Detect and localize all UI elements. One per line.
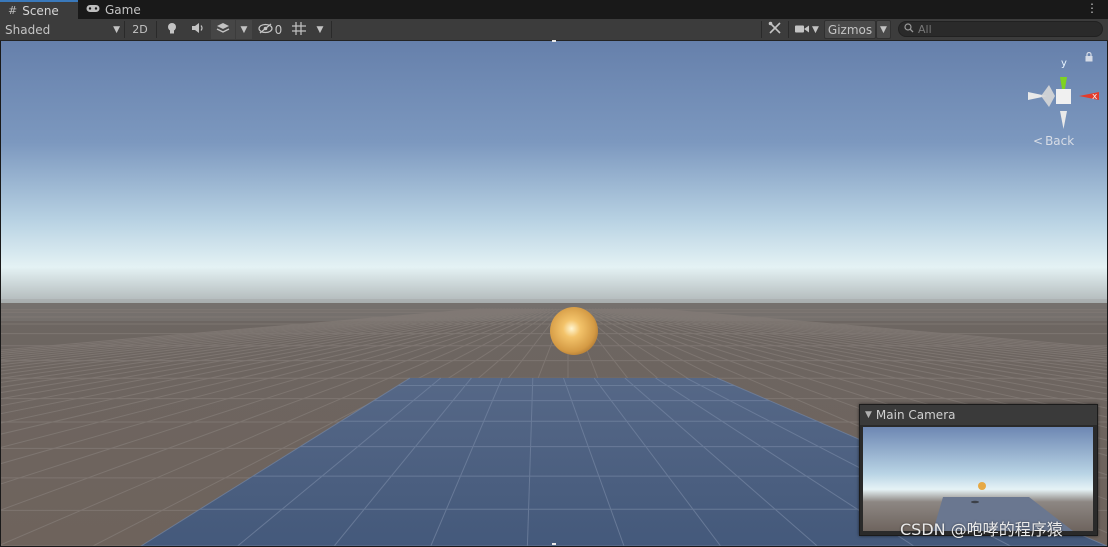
sphere-object[interactable] (550, 307, 598, 355)
divider (156, 21, 157, 38)
back-arrow-icon: < (1033, 134, 1044, 148)
tools-icon (768, 21, 782, 38)
chevron-down-icon: ▼ (113, 24, 120, 35)
scene-visibility-button[interactable]: 0 (254, 20, 286, 39)
tab-bar: # Scene Game ⋮ (0, 0, 1108, 19)
grid-snap-icon (292, 21, 306, 38)
divider (331, 21, 332, 38)
grid-toggle-button[interactable] (288, 20, 310, 39)
camera-settings-dropdown[interactable]: ▼ (791, 20, 823, 39)
divider (788, 21, 789, 38)
gizmo-y-label: y (1061, 58, 1067, 69)
gizmo-z-axis[interactable] (1041, 85, 1055, 107)
preview-sphere (978, 482, 986, 490)
gamepad-icon (86, 3, 100, 16)
more-options-icon[interactable]: ⋮ (1086, 1, 1098, 15)
chevron-down-icon: ▼ (812, 24, 819, 35)
view-direction-label: < Back (1033, 134, 1074, 148)
grid-dropdown[interactable]: ▼ (311, 20, 329, 39)
search-input[interactable] (918, 22, 1088, 36)
audio-toggle-button[interactable] (186, 20, 210, 39)
hidden-count: 0 (274, 22, 283, 37)
camera-preview-header[interactable]: ▼ Main Camera (860, 405, 1097, 425)
gizmos-dropdown[interactable]: ▼ (876, 20, 891, 39)
effects-toggle-button[interactable] (211, 20, 235, 39)
hierarchy-search[interactable] (898, 21, 1103, 37)
chevron-down-icon: ▼ (240, 24, 248, 35)
tab-game[interactable]: Game (78, 0, 164, 19)
chevron-down-icon: ▼ (880, 24, 887, 35)
effects-dropdown[interactable]: ▼ (236, 20, 252, 39)
back-label: Back (1045, 134, 1075, 148)
gizmo-x-label: x (1092, 92, 1098, 102)
lighting-toggle-button[interactable] (160, 20, 184, 39)
lightbulb-icon (167, 22, 177, 38)
camera-preview-title: Main Camera (875, 408, 956, 422)
2d-toggle-label: 2D (132, 23, 148, 36)
tools-button[interactable] (764, 20, 786, 39)
speaker-icon (191, 22, 205, 37)
grid-icon: # (8, 4, 18, 17)
gizmos-button[interactable]: Gizmos (824, 20, 876, 39)
video-camera-icon (795, 23, 810, 37)
gizmo-center-cube[interactable] (1056, 89, 1071, 104)
layers-icon (216, 22, 230, 37)
collapse-triangle-icon[interactable]: ▼ (865, 410, 872, 420)
draw-mode-dropdown[interactable]: Shaded ▼ (4, 20, 122, 39)
watermark-text: CSDN @咆哮的程序猿 (900, 520, 1063, 539)
gizmo-neg-y-axis[interactable] (1060, 111, 1067, 129)
viewport-marker-top (552, 40, 556, 42)
2d-toggle-button[interactable]: 2D (127, 20, 153, 39)
search-icon (904, 22, 914, 36)
eye-slash-icon (258, 22, 273, 37)
chevron-down-icon: ▼ (316, 24, 324, 35)
divider (761, 21, 762, 38)
viewport-marker-bottom (552, 543, 556, 545)
draw-mode-value: Shaded (5, 22, 51, 37)
tab-scene[interactable]: # Scene (0, 0, 78, 19)
tab-scene-label: Scene (22, 3, 59, 18)
divider (124, 21, 125, 38)
tab-game-label: Game (105, 2, 141, 17)
gizmos-label: Gizmos (827, 22, 873, 37)
